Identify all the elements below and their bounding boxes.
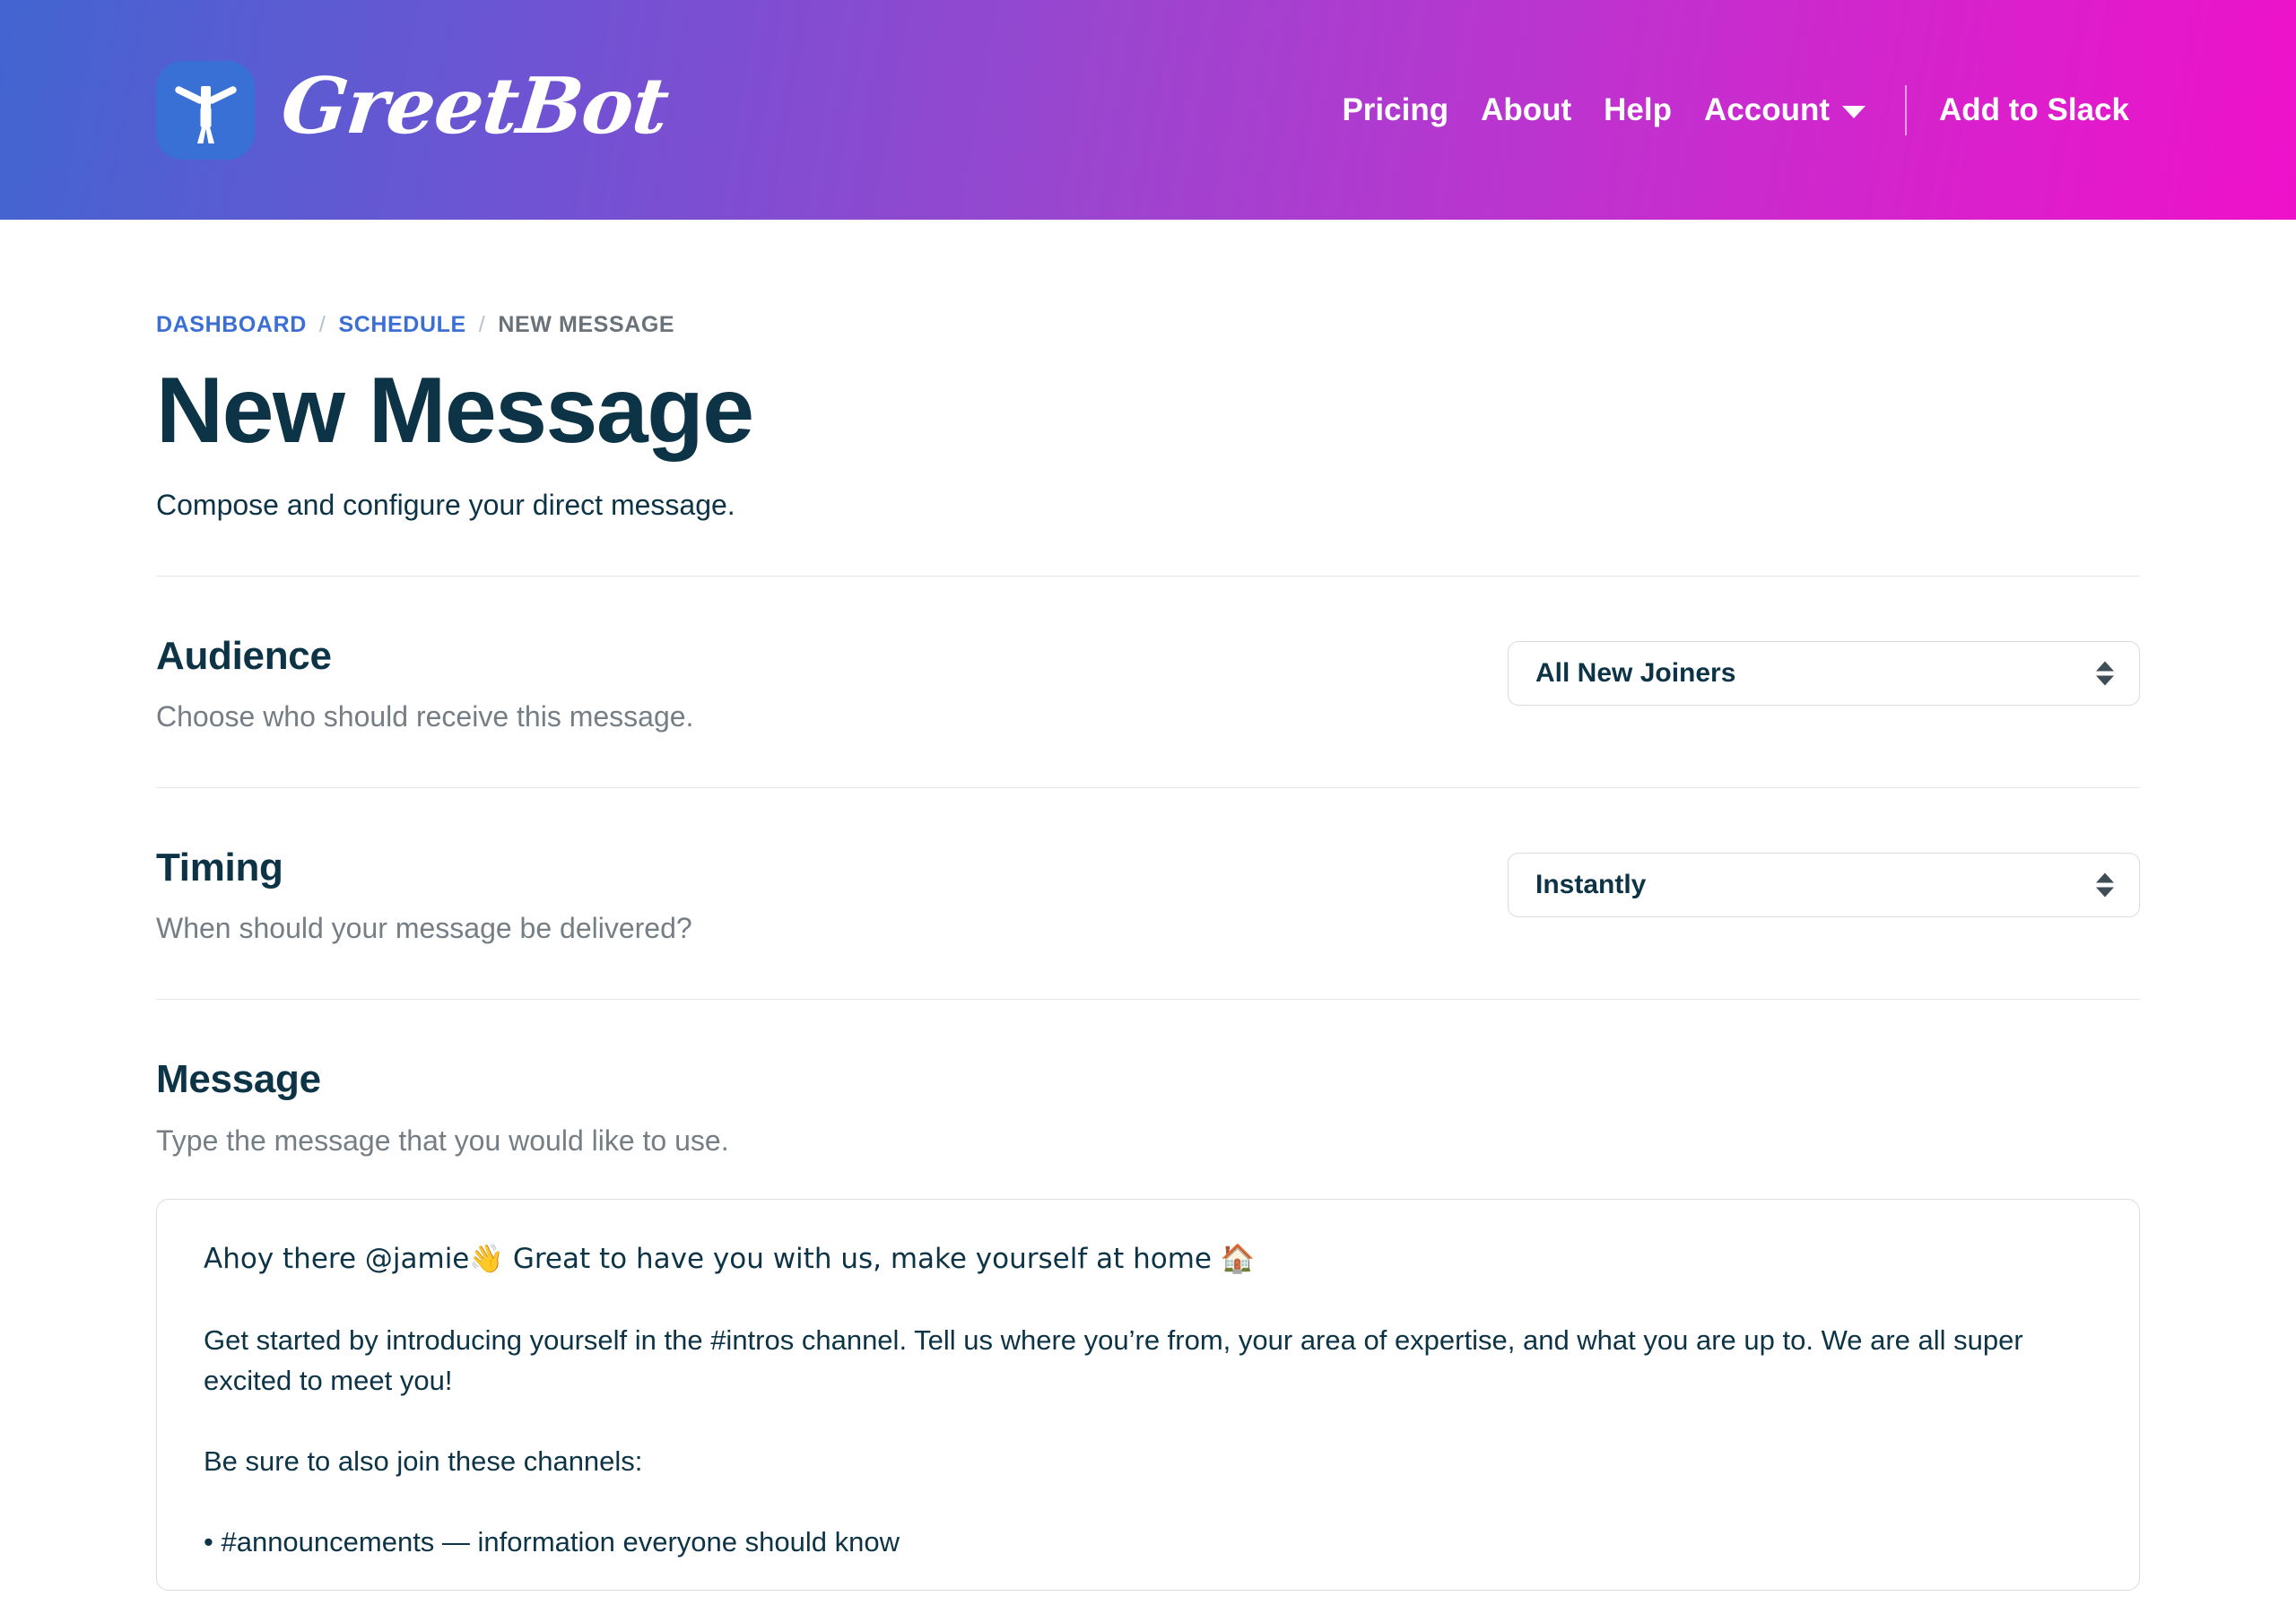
- breadcrumb-separator: /: [318, 312, 326, 337]
- message-description: Type the message that you would like to …: [156, 1124, 729, 1157]
- message-textarea[interactable]: Ahoy there @jamie👋 Great to have you wit…: [156, 1198, 2140, 1592]
- audience-title: Audience: [156, 634, 332, 679]
- brand-logo-link[interactable]: GreetBot: [156, 60, 672, 160]
- nav-item-pricing[interactable]: Pricing: [1326, 94, 1465, 126]
- nav-account-label: Account: [1704, 92, 1831, 127]
- breadcrumb: DASHBOARD / SCHEDULE / NEW MESSAGE: [156, 220, 2140, 338]
- person-arms-raised-icon: [156, 60, 255, 160]
- message-line-4: • #announcements — information everyone …: [204, 1526, 900, 1558]
- audience-section: Audience Choose who should receive this …: [156, 577, 2140, 733]
- nav-divider: [1905, 84, 1908, 135]
- up-down-stepper-icon: [2096, 661, 2114, 686]
- breadcrumb-separator: /: [478, 312, 486, 337]
- breadcrumb-item-schedule[interactable]: SCHEDULE: [338, 312, 465, 338]
- chevron-down-icon: [1842, 106, 1866, 118]
- message-title: Message: [156, 1057, 321, 1102]
- audience-copy: Audience Choose who should receive this …: [156, 634, 1508, 733]
- audience-description: Choose who should receive this message.: [156, 700, 694, 733]
- page-content: DASHBOARD / SCHEDULE / NEW MESSAGE New M…: [0, 220, 2296, 1592]
- breadcrumb-item-dashboard[interactable]: DASHBOARD: [156, 312, 307, 338]
- audience-select-value: All New Joiners: [1535, 660, 1736, 688]
- timing-copy: Timing When should your message be deliv…: [156, 847, 1508, 945]
- message-line-1: Ahoy there @jamie👋 Great to have you wit…: [204, 1242, 1256, 1275]
- breadcrumb-item-new-message: NEW MESSAGE: [498, 312, 675, 337]
- up-down-stepper-icon: [2096, 872, 2114, 898]
- main-navigation: Pricing About Help Account Add to Slack: [1326, 84, 2138, 135]
- add-to-slack-button[interactable]: Add to Slack: [1930, 94, 2138, 126]
- timing-section: Timing When should your message be deliv…: [156, 788, 2140, 945]
- timing-title: Timing: [156, 846, 283, 890]
- timing-control: Instantly: [1508, 853, 2140, 918]
- page-subtitle: Compose and configure your direct messag…: [156, 489, 735, 522]
- nav-item-about[interactable]: About: [1465, 94, 1587, 126]
- timing-description: When should your message be delivered?: [156, 912, 692, 945]
- nav-item-account[interactable]: Account: [1688, 94, 1882, 126]
- audience-control: All New Joiners: [1508, 641, 2140, 707]
- audience-select[interactable]: All New Joiners: [1508, 641, 2140, 707]
- site-header: GreetBot Pricing About Help Account Add …: [0, 0, 2296, 220]
- timing-select-value: Instantly: [1535, 872, 1647, 899]
- message-line-3: Be sure to also join these channels:: [204, 1445, 643, 1478]
- brand-wordmark: GreetBot: [277, 60, 673, 152]
- message-section: Message Type the message that you would …: [156, 1000, 2140, 1592]
- page-title: New Message: [156, 359, 754, 463]
- timing-select[interactable]: Instantly: [1508, 853, 2140, 918]
- message-line-2: Get started by introducing yourself in t…: [204, 1323, 2023, 1397]
- nav-item-help[interactable]: Help: [1587, 94, 1688, 126]
